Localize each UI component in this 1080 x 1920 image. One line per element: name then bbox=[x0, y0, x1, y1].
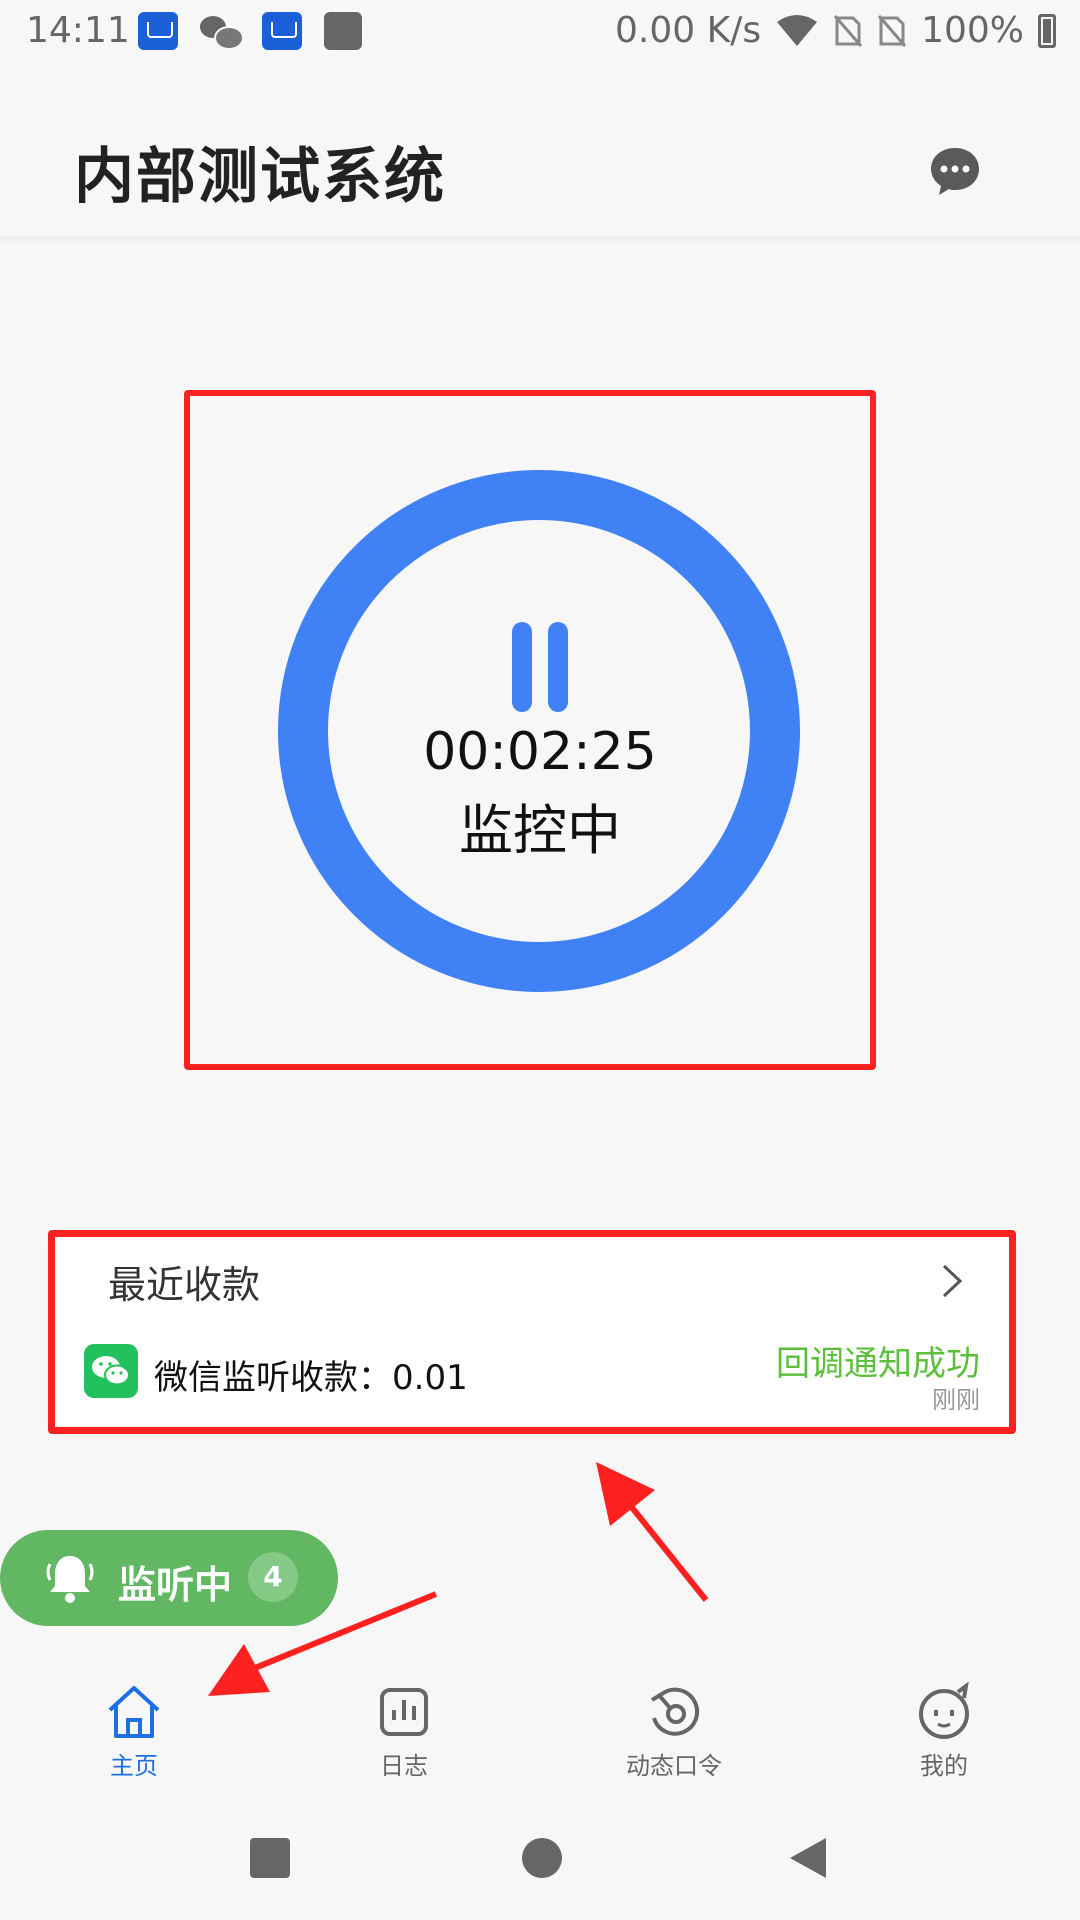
bar-chart-icon bbox=[380, 1688, 428, 1736]
app-notification-icon bbox=[262, 12, 302, 50]
recents-button[interactable] bbox=[250, 1838, 290, 1878]
bottom-navigation: 主页 日志 动态口令 我的 bbox=[0, 1660, 1080, 1790]
nav-item-log[interactable]: 日志 bbox=[304, 1660, 504, 1790]
network-speed: 0.00 K/s bbox=[614, 10, 762, 51]
wechat-icon bbox=[200, 12, 244, 50]
status-time: 14:11 bbox=[26, 10, 130, 51]
no-sim-icon bbox=[877, 14, 907, 47]
battery-charging-icon bbox=[1038, 13, 1056, 48]
home-button[interactable] bbox=[522, 1838, 562, 1878]
status-bar: 14:11 0.00 K/s 100% bbox=[0, 0, 1080, 66]
home-icon bbox=[108, 1686, 160, 1738]
nav-item-profile[interactable]: 我的 bbox=[844, 1660, 1044, 1790]
no-sim-icon bbox=[833, 14, 863, 47]
bell-ringing-icon bbox=[46, 1556, 94, 1603]
app-notification-icon bbox=[138, 12, 178, 50]
listening-label: 监听中 bbox=[118, 1563, 233, 1607]
dynamic-password-icon bbox=[650, 1687, 700, 1736]
app-square-icon bbox=[324, 12, 362, 50]
page-title: 内部测试系统 bbox=[74, 142, 446, 212]
chat-bubble-icon[interactable] bbox=[928, 144, 982, 198]
nav-label-home: 主页 bbox=[110, 1752, 158, 1780]
highlight-box-monitor bbox=[184, 390, 876, 1070]
battery-percent: 100% bbox=[921, 10, 1024, 51]
nav-item-dynamic-password[interactable]: 动态口令 bbox=[574, 1660, 774, 1790]
highlight-box-recent bbox=[48, 1230, 1016, 1434]
profile-face-icon bbox=[919, 1682, 969, 1739]
back-button[interactable] bbox=[786, 1834, 830, 1882]
nav-label-log: 日志 bbox=[380, 1752, 428, 1780]
nav-label-dynamic-password: 动态口令 bbox=[626, 1752, 722, 1780]
listening-status-button[interactable]: 监听中 4 bbox=[0, 1530, 338, 1626]
wifi-icon bbox=[777, 14, 818, 46]
system-navigation-bar bbox=[0, 1800, 1080, 1920]
app-bar: 内部测试系统 bbox=[0, 66, 1080, 236]
nav-item-home[interactable]: 主页 bbox=[34, 1660, 234, 1790]
nav-label-profile: 我的 bbox=[920, 1752, 968, 1780]
listening-count-badge: 4 bbox=[248, 1552, 298, 1602]
arrow-to-recent-card bbox=[596, 1462, 709, 1602]
